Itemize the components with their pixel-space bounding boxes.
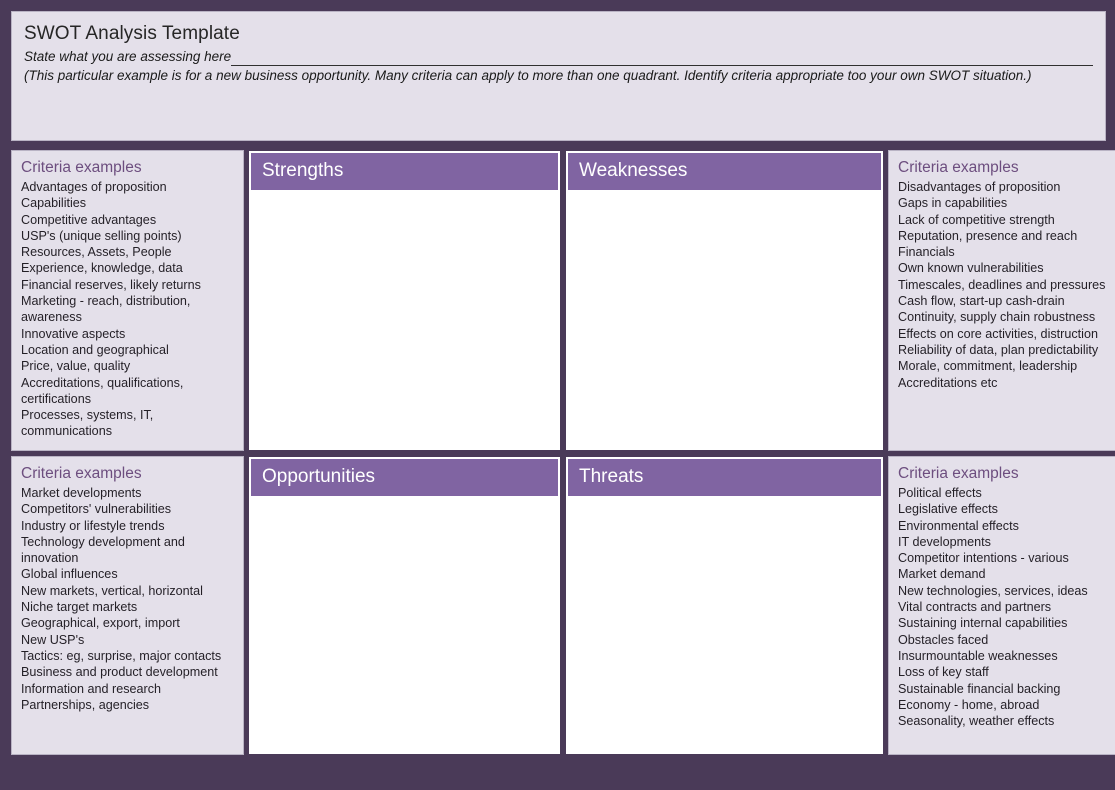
list-item: Capabilities — [21, 196, 87, 211]
list-item: Obstacles faced — [898, 632, 989, 647]
swot-grid: Criteria examples Advantages of proposit… — [11, 150, 1115, 755]
list-item: Market demand — [898, 567, 986, 582]
quadrant-header-weaknesses: Weaknesses — [568, 153, 881, 190]
criteria-list-weaknesses: Disadvantages of proposition Gaps in cap… — [898, 179, 1111, 391]
assessment-subject-line: State what you are assessing here — [24, 48, 1093, 66]
list-item: Own known vulnerabilities — [898, 261, 1044, 276]
list-item: Legislative effects — [898, 502, 998, 517]
list-item: Global influences — [21, 567, 118, 582]
list-item: Accreditations etc — [898, 375, 998, 390]
list-item: Lack of competitive strength — [898, 212, 1055, 227]
list-item: Advantages of proposition — [21, 180, 167, 194]
criteria-panel-weaknesses: Criteria examples Disadvantages of propo… — [888, 150, 1115, 451]
list-item: Partnerships, agencies — [21, 697, 150, 712]
list-item: New technologies, services, ideas — [898, 583, 1088, 598]
list-item: Competitors' vulnerabilities — [21, 502, 172, 517]
list-item: Price, value, quality — [21, 359, 131, 374]
list-item: Insurmountable weaknesses — [898, 648, 1058, 663]
quadrant-strengths: Strengths — [248, 150, 561, 451]
criteria-list-strengths: Advantages of proposition Capabilities C… — [21, 179, 235, 440]
list-item: Sustaining internal capabilities — [898, 616, 1068, 631]
quadrant-body-weaknesses[interactable] — [566, 190, 883, 450]
list-item: Morale, commitment, leadership — [898, 359, 1078, 374]
list-item: Disadvantages of proposition — [898, 180, 1061, 194]
list-item: Reliability of data, plan predictability — [898, 342, 1099, 357]
list-item: Information and research — [21, 681, 162, 696]
swot-template-page: SWOT Analysis Template State what you ar… — [0, 0, 1115, 790]
list-item: Vital contracts and partners — [898, 600, 1052, 615]
list-item: Seasonality, weather effects — [898, 714, 1055, 729]
list-item: Loss of key staff — [898, 665, 989, 680]
criteria-list-opportunities: Market developments Competitors' vulnera… — [21, 485, 235, 713]
page-title: SWOT Analysis Template — [24, 23, 240, 44]
criteria-title: Criteria examples — [898, 465, 1019, 482]
list-item: Effects on core activities, distruction — [898, 326, 1098, 341]
quadrant-body-strengths[interactable] — [249, 190, 560, 450]
list-item: Economy - home, abroad — [898, 697, 1040, 712]
quadrant-weaknesses: Weaknesses — [565, 150, 884, 451]
quadrant-opportunities: Opportunities — [248, 456, 561, 755]
list-item: Geographical, export, import — [21, 616, 180, 631]
list-item: Cash flow, start-up cash-drain — [898, 294, 1065, 309]
list-item: Financial reserves, likely returns — [21, 277, 201, 292]
list-item: Innovative aspects — [21, 326, 126, 341]
assessment-subject-label: State what you are assessing here — [24, 49, 232, 64]
list-item: Niche target markets — [21, 600, 138, 615]
list-item: Continuity, supply chain robustness — [898, 310, 1096, 325]
list-item: Timescales, deadlines and pressures — [898, 277, 1106, 292]
list-item: Gaps in capabilities — [898, 196, 1008, 211]
list-item: Marketing - reach, distribution, awarene… — [21, 294, 191, 325]
list-item: Political effects — [898, 486, 982, 500]
quadrant-header-opportunities: Opportunities — [251, 459, 558, 496]
list-item: New USP's — [21, 632, 85, 647]
quadrant-threats: Threats — [565, 456, 884, 755]
list-item: Market developments — [21, 486, 142, 500]
list-item: Environmental effects — [898, 518, 1019, 533]
assessment-subject-input[interactable] — [231, 52, 1093, 66]
list-item: Accreditations, qualifications, certific… — [21, 375, 184, 406]
quadrant-body-threats[interactable] — [566, 496, 883, 754]
criteria-title: Criteria examples — [21, 465, 142, 482]
list-item: Business and product development — [21, 665, 218, 680]
list-item: New markets, vertical, horizontal — [21, 583, 203, 598]
list-item: Processes, systems, IT, communications — [21, 408, 154, 439]
list-item: Reputation, presence and reach — [898, 228, 1078, 243]
list-item: Technology development and innovation — [21, 534, 185, 566]
list-item: Competitor intentions - various — [898, 551, 1069, 566]
list-item: Location and geographical — [21, 342, 169, 357]
list-item: Experience, knowledge, data — [21, 261, 183, 276]
list-item: Sustainable financial backing — [898, 681, 1061, 696]
list-item: Financials — [898, 245, 955, 260]
list-item: Industry or lifestyle trends — [21, 518, 165, 533]
template-note: (This particular example is for a new bu… — [24, 68, 1032, 83]
criteria-list-threats: Political effects Legislative effects En… — [898, 485, 1111, 729]
list-item: USP's (unique selling points) — [21, 228, 182, 243]
criteria-title: Criteria examples — [21, 159, 142, 176]
list-item: IT developments — [898, 534, 991, 549]
list-item: Resources, Assets, People — [21, 245, 172, 260]
quadrant-body-opportunities[interactable] — [249, 496, 560, 754]
list-item: Competitive advantages — [21, 212, 157, 227]
quadrant-header-strengths: Strengths — [251, 153, 558, 190]
criteria-panel-strengths: Criteria examples Advantages of proposit… — [11, 150, 244, 451]
criteria-panel-threats: Criteria examples Political effects Legi… — [888, 456, 1115, 755]
criteria-panel-opportunities: Criteria examples Market developments Co… — [11, 456, 244, 755]
list-item: Tactics: eg, surprise, major contacts — [21, 648, 222, 663]
criteria-title: Criteria examples — [898, 159, 1019, 176]
header-panel: SWOT Analysis Template State what you ar… — [11, 11, 1106, 141]
quadrant-header-threats: Threats — [568, 459, 881, 496]
